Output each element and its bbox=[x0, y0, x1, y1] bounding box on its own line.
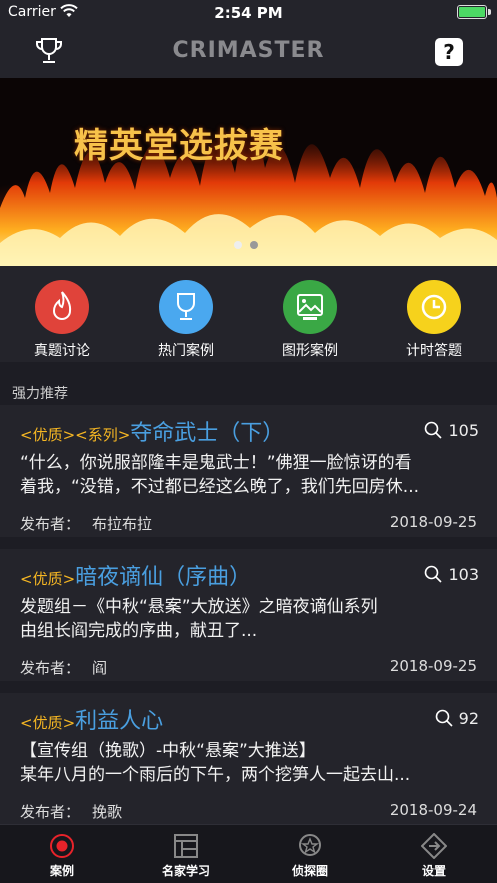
card-excerpt-line: “什么，你说服部隆丰是鬼武士！”佛狸一脸惊讶的看 bbox=[20, 453, 412, 473]
view-count: 105 bbox=[424, 421, 479, 440]
quick-graphic-cases[interactable]: 图形案例 bbox=[260, 280, 360, 360]
tab-label: 名家学习 bbox=[161, 864, 210, 878]
app-title: CRIMASTER bbox=[172, 38, 325, 63]
search-icon bbox=[425, 421, 443, 439]
tab-bar: 案例 名家学习 侦探圈 设置 bbox=[0, 824, 497, 883]
card-tags: <优质> bbox=[20, 570, 76, 588]
status-bar: Carrier 2:54 PM bbox=[0, 0, 497, 26]
card-title-row: <优质>利益人心 bbox=[20, 703, 163, 735]
tab-detective-circle[interactable]: 侦探圈 bbox=[248, 833, 372, 879]
quick-label: 真题讨论 bbox=[34, 343, 90, 359]
card-date: 2018-09-25 bbox=[389, 513, 477, 531]
case-card[interactable]: <优质>利益人心 92 【宣传组（挽歌）-中秋“悬案”大推送】 某年八月的一个雨… bbox=[0, 693, 497, 825]
tab-cases[interactable]: 案例 bbox=[0, 833, 124, 879]
tab-label: 案例 bbox=[49, 864, 74, 878]
banner-headline: 精英堂选拔赛 bbox=[74, 126, 284, 166]
section-title: 强力推荐 bbox=[12, 386, 68, 402]
quick-timed-quiz[interactable]: 计时答题 bbox=[384, 280, 484, 360]
card-excerpt: 发题组－《中秋“悬案”大放送》之暗夜谪仙系列 由组长阎完成的序曲，献丑了... bbox=[20, 595, 477, 643]
diamond-arrow-icon bbox=[421, 833, 447, 859]
view-count-value: 92 bbox=[458, 709, 479, 728]
view-count: 103 bbox=[424, 565, 479, 584]
tab-label: 侦探圈 bbox=[291, 864, 328, 878]
tab-masters[interactable]: 名家学习 bbox=[124, 833, 248, 879]
quick-label: 热门案例 bbox=[158, 343, 214, 359]
clock-icon bbox=[407, 280, 461, 334]
card-title-row: <优质><系列>夺命武士（下） bbox=[20, 415, 284, 447]
card-date: 2018-09-24 bbox=[389, 801, 477, 819]
quick-label: 图形案例 bbox=[282, 343, 338, 359]
search-icon bbox=[425, 565, 443, 583]
quick-label: 计时答题 bbox=[406, 343, 462, 359]
case-card[interactable]: <优质>暗夜谪仙（序曲） 103 发题组－《中秋“悬案”大放送》之暗夜谪仙系列 … bbox=[0, 549, 497, 681]
carousel-dot[interactable] bbox=[250, 241, 258, 249]
author-label: 发布者： bbox=[20, 659, 81, 677]
card-excerpt-line: 【宣传组（挽歌）-中秋“悬案”大推送】 bbox=[20, 741, 316, 761]
author-name: 挽歌 bbox=[92, 803, 123, 821]
tab-settings[interactable]: 设置 bbox=[372, 833, 496, 879]
view-count-value: 105 bbox=[448, 421, 479, 440]
author-label: 发布者： bbox=[20, 803, 81, 821]
card-author: 发布者： 布拉布拉 bbox=[20, 513, 152, 534]
help-button[interactable]: ? bbox=[435, 38, 463, 66]
carousel-dot-active[interactable] bbox=[234, 241, 242, 249]
card-excerpt-line: 发题组－《中秋“悬案”大放送》之暗夜谪仙系列 bbox=[20, 597, 378, 617]
card-title: 利益人心 bbox=[75, 709, 164, 734]
card-excerpt: 【宣传组（挽歌）-中秋“悬案”大推送】 某年八月的一个雨后的下午，两个挖笋人一起… bbox=[20, 739, 477, 787]
card-excerpt-line: 某年八月的一个雨后的下午，两个挖笋人一起去山... bbox=[20, 765, 411, 785]
view-count: 92 bbox=[435, 709, 479, 728]
card-excerpt-line: 由组长阎完成的序曲，献丑了... bbox=[20, 621, 258, 641]
banner-carousel[interactable]: 精英堂选拔赛 bbox=[0, 78, 497, 266]
card-author: 发布者： 阎 bbox=[20, 657, 107, 678]
case-card[interactable]: <优质><系列>夺命武士（下） 105 “什么，你说服部隆丰是鬼武士！”佛狸一脸… bbox=[0, 405, 497, 537]
card-tags: <优质><系列> bbox=[20, 426, 131, 444]
image-icon bbox=[283, 280, 337, 334]
quick-real-questions[interactable]: 真题讨论 bbox=[12, 280, 112, 360]
quick-hot-cases[interactable]: 热门案例 bbox=[136, 280, 236, 360]
carousel-dots bbox=[234, 234, 266, 253]
author-name: 阎 bbox=[92, 659, 108, 677]
layout-icon bbox=[174, 834, 198, 858]
trophy-icon bbox=[159, 280, 213, 334]
view-count-value: 103 bbox=[448, 565, 479, 584]
card-excerpt: “什么，你说服部隆丰是鬼武士！”佛狸一脸惊讶的看 着我，“没错，不过都已经这么晚… bbox=[20, 451, 477, 499]
quick-actions: 真题讨论 热门案例 图形案例 计时答题 bbox=[0, 266, 497, 362]
nav-bar: CRIMASTER ? bbox=[0, 26, 497, 78]
badge-icon bbox=[299, 834, 321, 856]
card-excerpt-line: 着我，“没错，不过都已经这么晚了，我们先回房休... bbox=[20, 477, 420, 497]
author-name: 布拉布拉 bbox=[92, 515, 153, 533]
card-tags: <优质> bbox=[20, 714, 76, 732]
tab-label: 设置 bbox=[421, 864, 446, 878]
status-time: 2:54 PM bbox=[214, 4, 283, 22]
search-icon bbox=[435, 709, 453, 727]
card-title: 夺命武士（下） bbox=[130, 421, 285, 446]
flame-icon bbox=[35, 280, 89, 334]
battery-icon bbox=[457, 5, 491, 19]
card-date: 2018-09-25 bbox=[389, 657, 477, 675]
card-author: 发布者： 挽歌 bbox=[20, 801, 122, 822]
author-label: 发布者： bbox=[20, 515, 81, 533]
record-icon bbox=[50, 834, 74, 858]
card-title: 暗夜谪仙（序曲） bbox=[75, 565, 252, 590]
card-title-row: <优质>暗夜谪仙（序曲） bbox=[20, 559, 251, 591]
